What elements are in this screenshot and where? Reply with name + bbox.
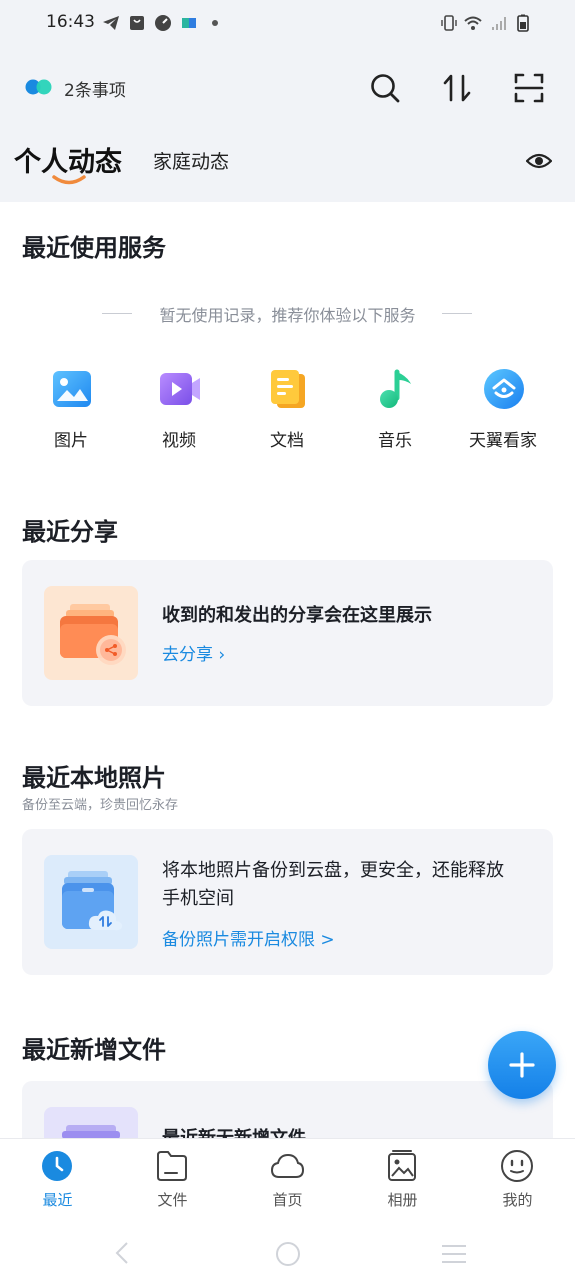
scan-button[interactable] [509,68,549,108]
home-circle-icon[interactable] [275,1241,301,1267]
transfer-icon [443,74,471,102]
header: 2条事项 [0,60,575,116]
share-folder-icon [60,604,126,665]
wifi-icon [464,16,482,30]
backup-illustration [44,855,138,949]
service-video[interactable]: 视频 [129,368,229,458]
folder-icon [157,1151,187,1181]
nav-label: 相册 [387,1191,418,1209]
todo-logo-icon[interactable] [24,78,56,96]
battery-icon [517,14,529,32]
visibility-button[interactable] [522,144,556,178]
recent-share-title: 最近分享 [22,518,118,546]
more-notifications-icon [212,20,218,26]
music-icon [380,369,411,408]
nav-label: 我的 [502,1191,533,1209]
empty-services-hint: 暂无使用记录，推荐你体验以下服务 [159,306,416,325]
signal-icon [492,17,506,30]
share-illustration [44,586,138,680]
files-folder-icon [62,1125,120,1138]
service-label: 视频 [162,431,196,451]
recents-menu-icon[interactable] [440,1243,468,1265]
search-button[interactable] [365,68,405,108]
local-photos-card[interactable]: 将本地照片备份到云盘，更安全，还能释放 手机空间 备份照片需开启权限 > [22,829,553,975]
service-music[interactable]: 音乐 [345,368,445,458]
service-image[interactable]: 图片 [21,368,121,458]
telegram-icon [103,16,119,30]
files-illustration [44,1107,138,1138]
service-document[interactable]: 文档 [237,368,337,458]
nav-item-home[interactable]: 首页 [230,1149,345,1213]
recent-files-card[interactable]: 最近新无新增文件 [22,1081,553,1138]
backup-text-line-1: 将本地照片备份到云盘，更安全，还能释放 [162,860,504,881]
main-content: 最近使用服务 暂无使用记录，推荐你体验以下服务 图片 视频 文档 音乐 天翼看家… [0,202,575,1138]
service-label: 文档 [270,431,304,451]
share-empty-text: 收到的和发出的分享会在这里展示 [162,605,432,626]
status-time: 16:43 [46,12,95,32]
nav-item-files[interactable]: 文件 [115,1149,230,1213]
status-bar: 16:43 [0,0,575,46]
bottom-nav: 最近 文件 首页 相册 我的 [0,1138,575,1280]
nav-label: 最近 [42,1191,73,1209]
clock-icon [42,1151,72,1181]
go-share-link[interactable]: 去分享 › [162,640,225,665]
book-icon [182,18,196,28]
cloud-icon [270,1153,305,1178]
add-button[interactable] [488,1031,556,1099]
shopping-bag-icon [130,16,144,30]
recent-share-card[interactable]: 收到的和发出的分享会在这里展示 去分享 › [22,560,553,706]
home-camera-icon [484,369,524,409]
recent-services-title: 最近使用服务 [22,234,166,262]
todo-count-label[interactable]: 2条事项 [64,76,126,101]
local-photos-subtitle: 备份至云端，珍贵回忆永存 [22,798,179,813]
image-icon [53,371,91,407]
nav-item-me[interactable]: 我的 [460,1149,575,1213]
service-label: 天翼看家 [469,431,537,451]
speed-icon [155,15,171,31]
active-tab-indicator [52,175,86,185]
nav-item-album[interactable]: 相册 [345,1149,460,1213]
backup-permission-link[interactable]: 备份照片需开启权限 > [162,925,335,950]
system-nav-bar [0,1227,575,1277]
transfer-button[interactable] [437,68,477,108]
nav-label: 首页 [272,1191,303,1209]
nav-item-recent[interactable]: 最近 [0,1149,115,1213]
recent-files-title: 最近新增文件 [22,1036,166,1064]
service-label: 图片 [54,431,88,451]
document-icon [271,370,305,408]
video-icon [160,373,200,405]
service-home-camera[interactable]: 天翼看家 [453,368,553,458]
feed-tabs: 个人动态 家庭动态 [0,130,575,190]
album-icon [388,1150,416,1181]
back-icon[interactable] [112,1241,132,1265]
plus-icon [509,1052,535,1078]
scan-icon [514,73,544,103]
files-empty-text: 最近新无新增文件 [162,1125,306,1138]
local-photos-title: 最近本地照片 [22,764,166,792]
face-icon [501,1150,533,1182]
vibrate-icon [441,15,457,31]
nav-label: 文件 [157,1191,188,1209]
hint-divider-right [442,313,472,314]
service-label: 音乐 [378,431,412,451]
tab-family[interactable]: 家庭动态 [153,147,229,174]
eye-icon [526,153,552,169]
backup-text-line-2: 手机空间 [162,888,234,909]
photo-backup-icon [62,871,123,931]
search-icon [371,74,400,103]
